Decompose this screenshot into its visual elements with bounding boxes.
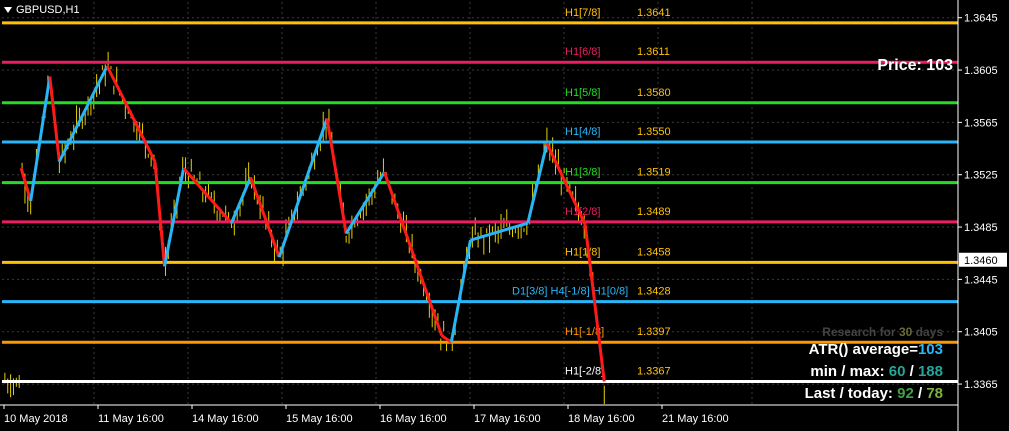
dropdown-triangle-icon[interactable]	[4, 7, 12, 14]
research-label-b: days	[915, 325, 943, 339]
symbol-title-text: GBPUSD,H1	[16, 4, 80, 16]
level-value: 1.3397	[637, 326, 671, 338]
y-tick-label: 1.3645	[964, 13, 998, 25]
last-label: Last / today:	[804, 385, 893, 402]
x-tick-label: 11 May 16:00	[98, 413, 164, 425]
minmax-readout: min / max: 60 / 188	[810, 363, 943, 380]
level-label: H1[1/8]	[565, 246, 600, 258]
x-tick-label: 14 May 16:00	[192, 413, 259, 425]
research-label-a: Research for	[822, 325, 896, 339]
max-value: 188	[917, 363, 943, 380]
level-value: 1.3367	[637, 365, 671, 377]
y-tick-label: 1.3445	[964, 274, 998, 286]
level-label: H1[4/8]	[565, 126, 600, 138]
x-tick-label: 10 May 2018	[4, 413, 68, 425]
level-value: 1.3611	[637, 46, 670, 58]
level-value: 1.3550	[637, 126, 671, 138]
x-tick-label: 21 May 16:00	[662, 413, 729, 425]
current-price-label: 1.3460	[964, 255, 998, 267]
price-label: Price:	[877, 57, 922, 74]
level-value: 1.3458	[637, 246, 671, 258]
atr-label-a: ATR(	[808, 341, 844, 358]
research-days: 30	[898, 325, 913, 339]
y-tick-label: 1.3405	[964, 327, 998, 339]
y-tick-label: 1.3525	[964, 170, 998, 182]
level-value: 1.3641	[637, 7, 671, 19]
level-label: H1[3/8]	[565, 167, 600, 179]
min-value: 60	[888, 363, 906, 380]
symbol-title[interactable]: GBPUSD,H1	[4, 4, 80, 16]
level-label: H1[5/8]	[565, 87, 600, 99]
last-today-readout: Last / today: 92 / 78	[804, 385, 943, 402]
research-readout: Research for 30 days	[822, 325, 943, 339]
price-readout: Price: 103	[877, 57, 953, 75]
atr-label-b: ) average=	[843, 341, 918, 358]
x-tick-label: 15 May 16:00	[286, 413, 353, 425]
y-tick-label: 1.3605	[964, 65, 998, 77]
level-label: H1[6/8]	[565, 46, 600, 58]
level-label: H1[7/8]	[565, 7, 600, 19]
y-tick-label: 1.3485	[964, 222, 998, 234]
last-value: 92	[897, 385, 914, 402]
level-value: 1.3580	[637, 87, 671, 99]
atr-readout: ATR() average=103	[809, 341, 943, 358]
level-label: H1[-2/8]	[565, 365, 604, 377]
x-tick-label: 18 May 16:00	[568, 413, 635, 425]
minmax-label: min / max:	[810, 363, 885, 380]
y-tick-label: 1.3565	[964, 117, 998, 129]
level-value: 1.3519	[637, 167, 671, 179]
price-value: 103	[926, 57, 953, 74]
x-tick-label: 17 May 16:00	[474, 413, 541, 425]
atr-average: 103	[917, 341, 943, 358]
level-value: 1.3489	[637, 206, 671, 218]
today-value: 78	[926, 385, 943, 402]
y-tick-label: 1.3365	[964, 379, 998, 391]
x-tick-label: 16 May 16:00	[380, 413, 447, 425]
level-value: 1.3428	[637, 286, 671, 298]
level-label: D1[3/8] H4[-1/8] H1[0/8]	[512, 286, 628, 298]
